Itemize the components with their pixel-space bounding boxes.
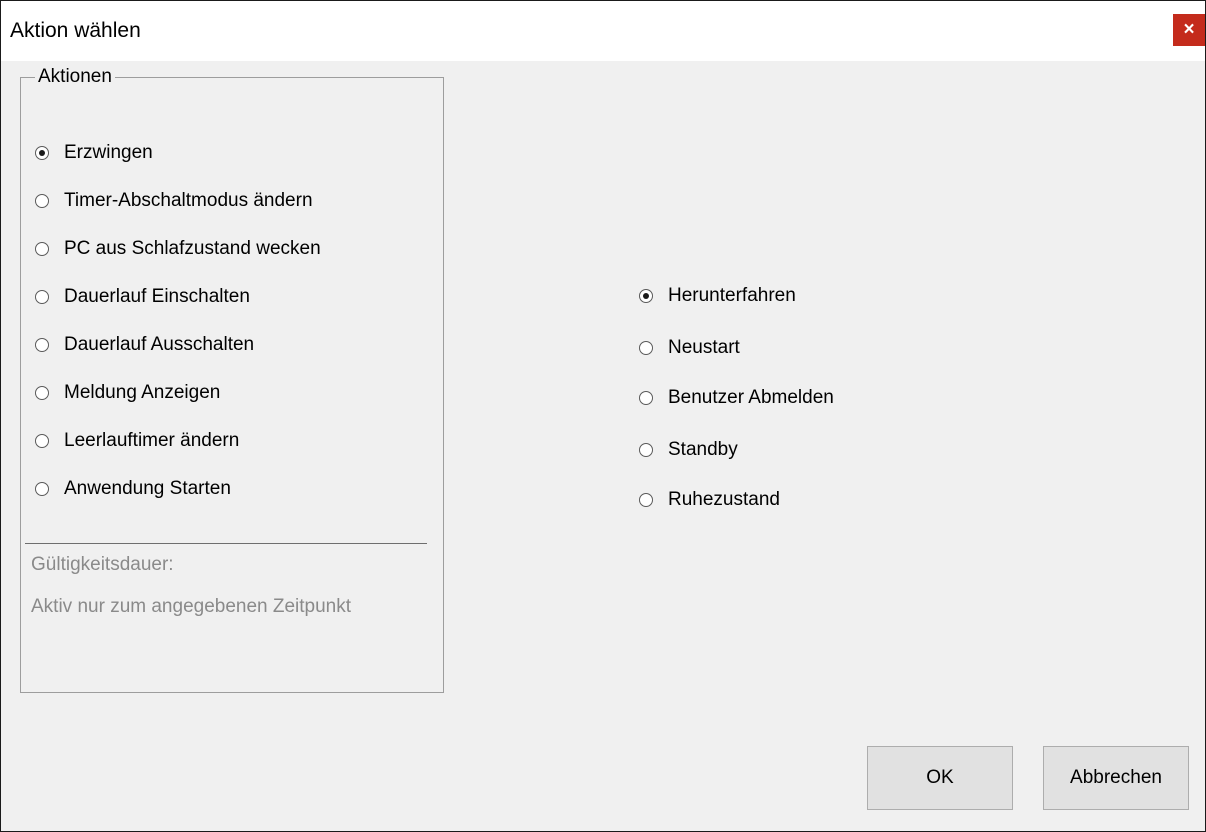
- cancel-button[interactable]: Abbrechen: [1043, 746, 1189, 810]
- radio-label: Leerlauftimer ändern: [64, 430, 240, 451]
- radio-circle: [35, 146, 49, 160]
- radio-label: Ruhezustand: [668, 489, 780, 510]
- radio-label: Anwendung Starten: [64, 478, 231, 499]
- actions-groupbox: Aktionen Erzwingen Timer-Abschaltmodus ä…: [20, 66, 444, 693]
- close-icon: ×: [1183, 19, 1195, 40]
- radio-circle: [639, 443, 653, 457]
- radio-erzwingen[interactable]: Erzwingen: [35, 142, 153, 164]
- radio-circle: [35, 194, 49, 208]
- radio-pc-wecken[interactable]: PC aus Schlafzustand wecken: [35, 238, 321, 260]
- radio-label: Benutzer Abmelden: [668, 387, 834, 408]
- radio-ruhezustand[interactable]: Ruhezustand: [639, 489, 780, 511]
- dialog-window: Aktion wählen × Aktionen Erzwingen Timer…: [0, 0, 1206, 832]
- radio-timer-abschaltmodus[interactable]: Timer-Abschaltmodus ändern: [35, 190, 313, 212]
- ok-button[interactable]: OK: [867, 746, 1013, 810]
- radio-standby[interactable]: Standby: [639, 439, 738, 461]
- radio-circle: [35, 290, 49, 304]
- radio-circle: [35, 338, 49, 352]
- radio-label: Standby: [668, 439, 738, 460]
- radio-circle: [35, 482, 49, 496]
- title-bar: Aktion wählen ×: [1, 1, 1205, 61]
- radio-meldung-anzeigen[interactable]: Meldung Anzeigen: [35, 382, 220, 404]
- validity-value: Aktiv nur zum angegebenen Zeitpunkt: [31, 596, 352, 617]
- validity-label: Gültigkeitsdauer:: [31, 554, 174, 575]
- actions-group-legend: Aktionen: [35, 66, 115, 88]
- radio-circle: [35, 242, 49, 256]
- radio-label: Herunterfahren: [668, 285, 796, 306]
- radio-dauerlauf-aus[interactable]: Dauerlauf Ausschalten: [35, 334, 254, 356]
- radio-label: Timer-Abschaltmodus ändern: [64, 190, 313, 211]
- radio-label: Meldung Anzeigen: [64, 382, 221, 403]
- radio-benutzer-abmelden[interactable]: Benutzer Abmelden: [639, 387, 834, 409]
- radio-circle: [35, 434, 49, 448]
- radio-label: PC aus Schlafzustand wecken: [64, 238, 321, 259]
- window-title: Aktion wählen: [10, 19, 141, 42]
- radio-circle: [639, 493, 653, 507]
- radio-neustart[interactable]: Neustart: [639, 337, 740, 359]
- radio-label: Erzwingen: [64, 142, 153, 163]
- radio-label: Dauerlauf Einschalten: [64, 286, 250, 307]
- radio-anwendung-starten[interactable]: Anwendung Starten: [35, 478, 231, 500]
- close-button[interactable]: ×: [1173, 14, 1205, 46]
- radio-label: Dauerlauf Ausschalten: [64, 334, 255, 355]
- radio-label: Neustart: [668, 337, 740, 358]
- radio-circle: [35, 386, 49, 400]
- radio-dauerlauf-ein[interactable]: Dauerlauf Einschalten: [35, 286, 250, 308]
- radio-leerlauftimer[interactable]: Leerlauftimer ändern: [35, 430, 239, 452]
- radio-circle: [639, 341, 653, 355]
- group-divider: [25, 543, 427, 544]
- radio-herunterfahren[interactable]: Herunterfahren: [639, 285, 796, 307]
- radio-circle: [639, 289, 653, 303]
- radio-circle: [639, 391, 653, 405]
